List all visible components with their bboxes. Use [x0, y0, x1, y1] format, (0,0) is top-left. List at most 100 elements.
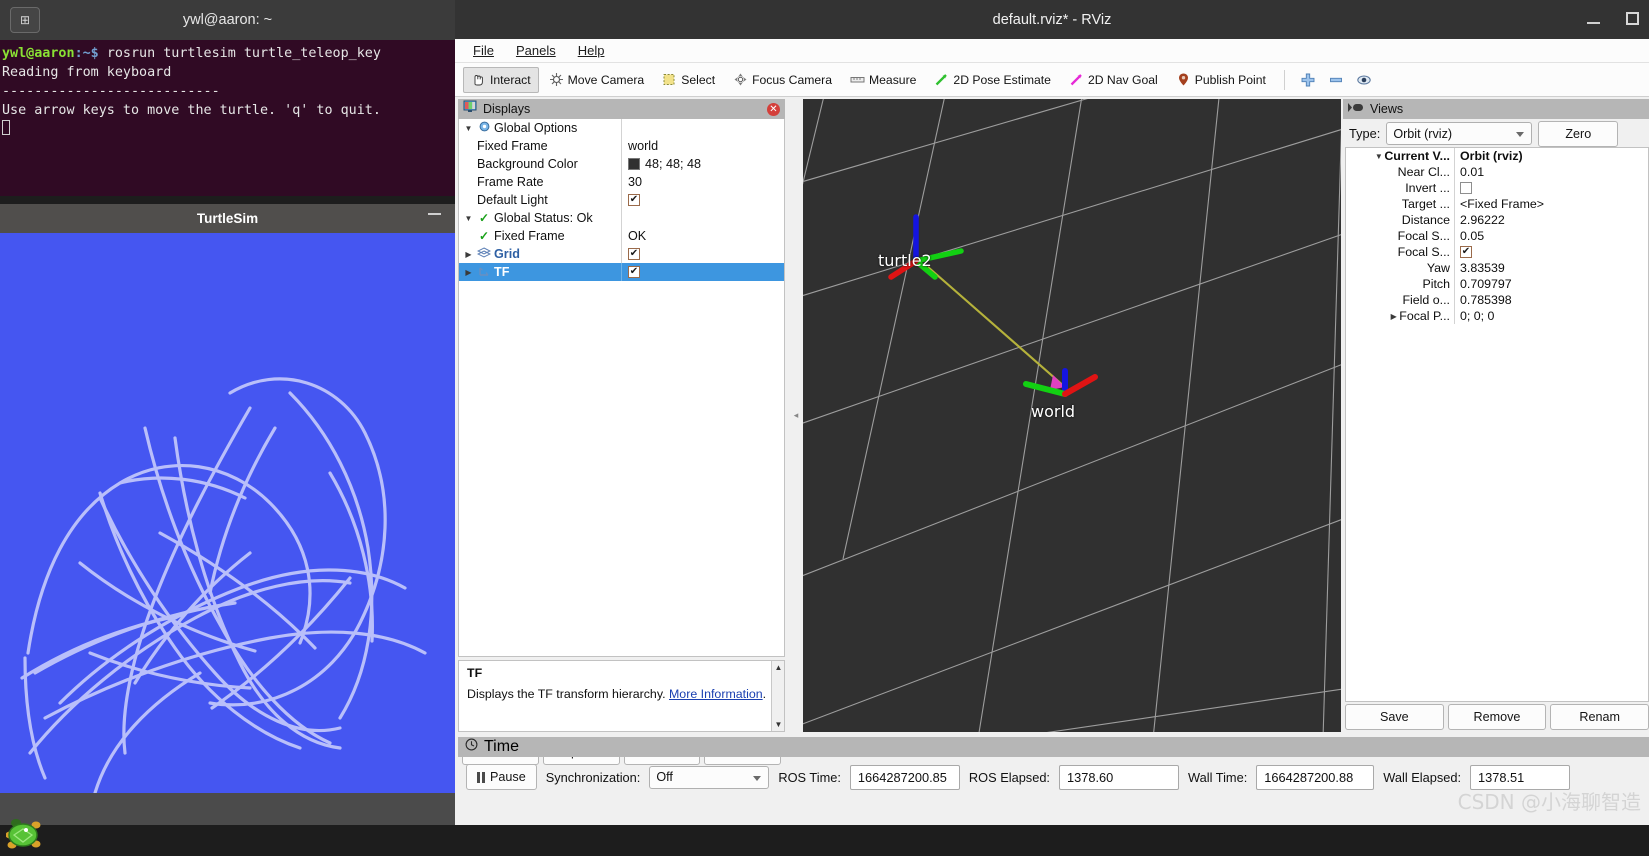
tree-row-left: Background Color [459, 157, 621, 171]
plus-icon[interactable] [1295, 67, 1321, 93]
more-information-link[interactable]: More Information [669, 687, 763, 701]
tree-row-value: ✔ [621, 245, 784, 263]
views-type-label: Type: [1349, 126, 1381, 141]
tree-row-global-options[interactable]: ▼ Global Options [459, 119, 784, 137]
views-row-pitch[interactable]: Pitch 0.709797 [1346, 276, 1648, 292]
eye-icon[interactable] [1351, 67, 1377, 93]
menu-file[interactable]: File [473, 43, 494, 58]
views-row-focal-shape-size[interactable]: Focal S... 0.05 [1346, 228, 1648, 244]
views-row-value[interactable]: <Fixed Frame> [1454, 196, 1648, 212]
tree-row-value[interactable]: world [621, 137, 784, 155]
tree-row-tf[interactable]: ▶ TF ✔ [459, 263, 784, 281]
rename-view-button[interactable]: Renam [1550, 704, 1649, 730]
views-row-value: ✔ [1454, 244, 1648, 260]
tree-row-status-fixed-frame[interactable]: ✓ Fixed Frame OK [459, 227, 784, 245]
maximize-icon[interactable] [1626, 11, 1639, 28]
views-row-value[interactable]: 0; 0; 0 [1454, 308, 1648, 324]
views-row-value[interactable]: 0.01 [1454, 164, 1648, 180]
save-button[interactable]: Save [1345, 704, 1444, 730]
views-row-focal-point[interactable]: ▶ Focal P... 0; 0; 0 [1346, 308, 1648, 324]
zero-button[interactable]: Zero [1538, 120, 1619, 147]
tree-row-value[interactable]: 30 [621, 173, 784, 191]
tool-move-camera[interactable]: Move Camera [541, 67, 653, 93]
chevron-down-icon [1516, 132, 1525, 137]
views-row-value[interactable]: 3.83539 [1454, 260, 1648, 276]
remove-view-button[interactable]: Remove [1447, 704, 1547, 730]
views-row-near-clip[interactable]: Near Cl... 0.01 [1346, 164, 1648, 180]
description-scrollbar[interactable]: ▲ ▼ [771, 661, 784, 731]
displays-tree[interactable]: ▼ Global Options Fixed Frame world Backg… [458, 119, 785, 657]
views-row-focal-shape-fixed[interactable]: Focal S... ✔ [1346, 244, 1648, 260]
synchronization-select[interactable]: Off [649, 765, 770, 789]
tool-select[interactable]: Select [654, 67, 723, 93]
tool-focus-camera[interactable]: Focus Camera [725, 67, 840, 93]
turtlesim-canvas[interactable] [0, 233, 455, 793]
ros-elapsed-value[interactable]: 1378.60 [1059, 764, 1179, 790]
tree-row-grid[interactable]: ▶ Grid ✔ [459, 245, 784, 263]
left-splitter-handle[interactable]: ◂ [791, 99, 801, 732]
chevron-down-icon[interactable]: ▼ [1373, 152, 1384, 161]
views-row-left: ▶ Focal P... [1346, 309, 1454, 323]
chevron-down-icon[interactable]: ▼ [463, 214, 474, 223]
checkbox-invert-z[interactable] [1460, 182, 1472, 194]
scroll-down-icon[interactable]: ▼ [772, 718, 785, 731]
tree-row-value[interactable]: 48; 48; 48 [621, 155, 784, 173]
views-row-distance[interactable]: Distance 2.96222 [1346, 212, 1648, 228]
tree-row-default-light[interactable]: Default Light ✔ [459, 191, 784, 209]
views-row-label: Focal S... [1397, 229, 1450, 243]
description-body: Displays the TF transform hierarchy. Mor… [467, 687, 776, 701]
tree-row-frame-rate[interactable]: Frame Rate 30 [459, 173, 784, 191]
tool-2d-pose-estimate[interactable]: 2D Pose Estimate [926, 67, 1059, 93]
menu-help[interactable]: Help [578, 43, 605, 58]
views-row-value[interactable]: 0.05 [1454, 228, 1648, 244]
3d-view-canvas[interactable]: turtle2 world [803, 99, 1341, 732]
terminal-body[interactable]: ywl@aaron:~$ rosrun turtlesim turtle_tel… [0, 40, 455, 139]
tree-row-value: OK [621, 227, 784, 245]
tree-row-background-color[interactable]: Background Color 48; 48; 48 [459, 155, 784, 173]
views-row-value[interactable]: 2.96222 [1454, 212, 1648, 228]
views-row-value[interactable]: 0.709797 [1454, 276, 1648, 292]
views-row-current-view[interactable]: ▼ Current V... Orbit (rviz) [1346, 148, 1648, 164]
checkbox-tf[interactable]: ✔ [628, 266, 640, 278]
views-tree[interactable]: ▼ Current V... Orbit (rviz) Near Cl... 0… [1345, 147, 1649, 702]
checkbox-grid[interactable]: ✔ [628, 248, 640, 260]
tool-interact[interactable]: Interact [463, 66, 539, 93]
tool-2d-nav-goal[interactable]: 2D Nav Goal [1061, 67, 1166, 93]
views-row-field-of-view[interactable]: Field o... 0.785398 [1346, 292, 1648, 308]
tree-label: TF [494, 265, 510, 279]
views-row-target-frame[interactable]: Target ... <Fixed Frame> [1346, 196, 1648, 212]
tool-publish-point[interactable]: Publish Point [1168, 67, 1274, 93]
minus-icon[interactable] [1323, 67, 1349, 93]
checkbox-focal-shape-fixed[interactable]: ✔ [1460, 246, 1472, 258]
views-row-value[interactable]: 0.785398 [1454, 292, 1648, 308]
pause-button[interactable]: Pause [466, 764, 537, 790]
chevron-right-icon[interactable]: ▶ [463, 268, 474, 277]
tree-row-fixed-frame[interactable]: Fixed Frame world [459, 137, 784, 155]
wall-elapsed-value[interactable]: 1378.51 [1470, 764, 1571, 790]
minimize-icon[interactable] [1587, 12, 1600, 27]
checkbox-default-light[interactable]: ✔ [628, 194, 640, 206]
displays-description: TF Displays the TF transform hierarchy. … [458, 660, 785, 732]
minimize-icon[interactable] [428, 213, 441, 215]
tree-row-global-status[interactable]: ▼ ✓ Global Status: Ok [459, 209, 784, 227]
new-tab-icon[interactable]: ⊞ [10, 7, 40, 33]
views-row-invert-z[interactable]: Invert ... [1346, 180, 1648, 196]
chevron-right-icon[interactable]: ▶ [463, 250, 474, 259]
scroll-up-icon[interactable]: ▲ [772, 661, 785, 674]
ros-time-label: ROS Time: [778, 769, 841, 785]
description-suffix: . [762, 687, 767, 701]
chevron-right-icon[interactable]: ▶ [1388, 312, 1399, 321]
menu-panels[interactable]: Panels [516, 43, 556, 58]
wall-time-value[interactable]: 1664287200.88 [1256, 764, 1375, 790]
views-icon [1348, 100, 1364, 118]
tool-measure[interactable]: Measure [842, 67, 924, 93]
close-icon[interactable]: ✕ [767, 103, 780, 116]
views-row-label: Invert ... [1405, 181, 1450, 195]
view-type-select[interactable]: Orbit (rviz) [1386, 122, 1533, 145]
turtle-sprite-icon [5, 815, 48, 851]
views-row-yaw[interactable]: Yaw 3.83539 [1346, 260, 1648, 276]
tree-row-value: ✔ [621, 191, 784, 209]
ros-time-value[interactable]: 1664287200.85 [849, 764, 960, 790]
chevron-down-icon[interactable]: ▼ [463, 124, 474, 133]
views-row-left: Near Cl... [1346, 165, 1454, 179]
